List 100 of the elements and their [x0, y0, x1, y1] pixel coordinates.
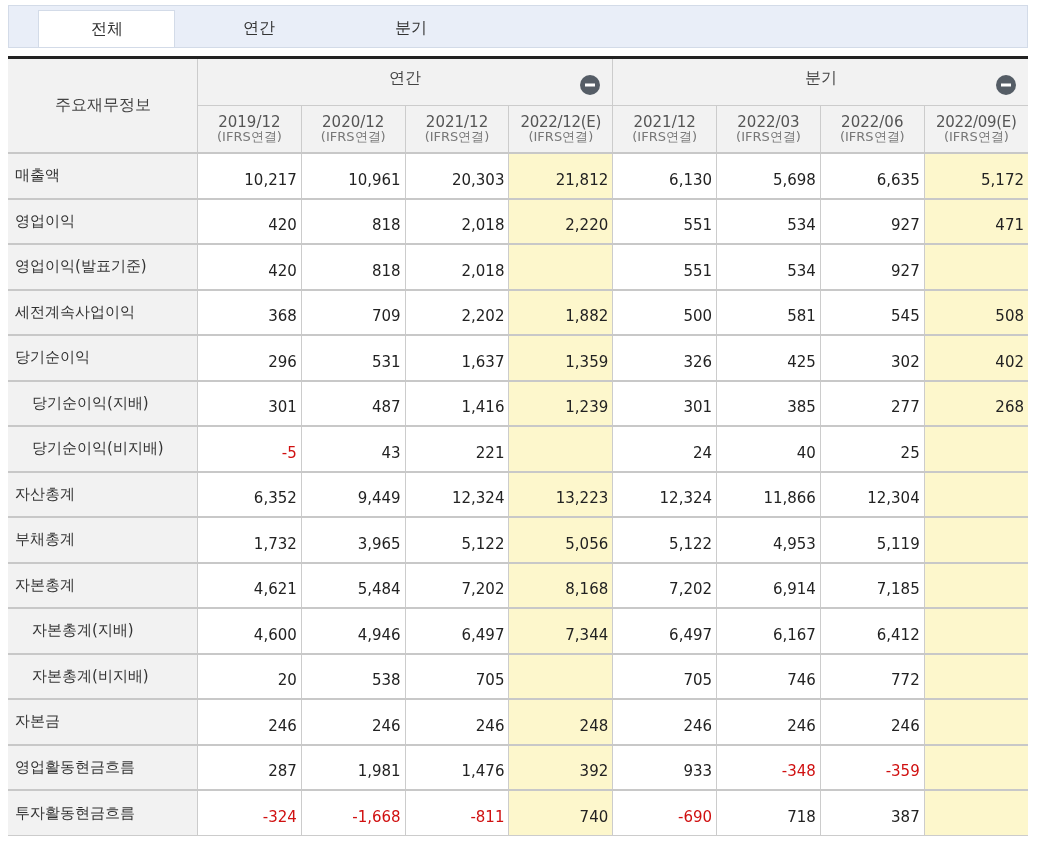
collapse-icon[interactable] — [580, 75, 601, 95]
column-header: 2019/12 (IFRS연결) — [197, 105, 302, 153]
table-cell: 301 — [197, 380, 302, 426]
table-cell: 508 — [924, 289, 1028, 335]
table-cell: 4,946 — [301, 608, 406, 654]
table-cell: 818 — [301, 244, 406, 290]
table-cell: 718 — [716, 790, 821, 836]
table-cell: 5,698 — [716, 153, 821, 199]
table-cell: 471 — [924, 198, 1028, 244]
table-cell: 818 — [301, 198, 406, 244]
table-cell: 368 — [197, 289, 302, 335]
table-cell: 246 — [612, 699, 717, 745]
table-cell: 4,953 — [716, 517, 821, 563]
table-cell: 2,220 — [508, 198, 613, 244]
table-cell: 6,167 — [716, 608, 821, 654]
table-cell: 24 — [612, 426, 717, 472]
table-cell: 581 — [716, 289, 821, 335]
table-cell: 531 — [301, 335, 406, 381]
tab[interactable]: 연간 — [190, 10, 327, 47]
table-cell: 7,202 — [612, 562, 717, 608]
table-cell: 6,914 — [716, 562, 821, 608]
group-title: 분기 — [804, 67, 837, 87]
table-cell: 1,239 — [508, 380, 613, 426]
table-cell: 246 — [197, 699, 302, 745]
table-cell: 7,344 — [508, 608, 613, 654]
table-cell: 13,223 — [508, 471, 613, 517]
row-label: 부채총계 — [8, 517, 198, 563]
table-cell: 5,122 — [612, 517, 717, 563]
table-cell: 534 — [716, 244, 821, 290]
table-cell: 933 — [612, 744, 717, 790]
table-cell: 246 — [716, 699, 821, 745]
table-cell: 43 — [301, 426, 406, 472]
table-cell: -690 — [612, 790, 717, 836]
table-cell: 1,882 — [508, 289, 613, 335]
row-label: 투자활동현금흐름 — [8, 790, 198, 836]
table-cell: 268 — [924, 380, 1028, 426]
table-cell: 246 — [301, 699, 406, 745]
row-label: 영업활동현금흐름 — [8, 744, 198, 790]
column-header: 2022/06 (IFRS연결) — [820, 105, 925, 153]
table-cell: 3,965 — [301, 517, 406, 563]
tab[interactable]: 분기 — [342, 10, 479, 47]
table-cell: 326 — [612, 335, 717, 381]
table-cell: 709 — [301, 289, 406, 335]
table-cell: 40 — [716, 426, 821, 472]
table-cell: -5 — [197, 426, 302, 472]
column-header: 2022/09(E) (IFRS연결) — [924, 105, 1028, 153]
group-title: 연간 — [389, 67, 422, 87]
table-cell: 5,484 — [301, 562, 406, 608]
table-cell: -1,668 — [301, 790, 406, 836]
tab[interactable]: 전체 — [38, 10, 175, 47]
table-cell: 6,352 — [197, 471, 302, 517]
table-cell: 1,732 — [197, 517, 302, 563]
row-label: 자본총계(비지배) — [8, 653, 198, 699]
table-cell: 1,359 — [508, 335, 613, 381]
table-cell: 8,168 — [508, 562, 613, 608]
table-cell: 534 — [716, 198, 821, 244]
table-cell: 4,621 — [197, 562, 302, 608]
table-cell: 5,172 — [924, 153, 1028, 199]
table-cell: 740 — [508, 790, 613, 836]
table-cell: 746 — [716, 653, 821, 699]
table-cell: 6,130 — [612, 153, 717, 199]
column-header: 2021/12 (IFRS연결) — [405, 105, 509, 153]
table-cell: 248 — [508, 699, 613, 745]
column-header: 2020/12 (IFRS연결) — [301, 105, 406, 153]
row-label: 자본금 — [8, 699, 198, 745]
table-cell: 538 — [301, 653, 406, 699]
table-cell: 20 — [197, 653, 302, 699]
table-cell: 1,981 — [301, 744, 406, 790]
table-cell: -324 — [197, 790, 302, 836]
row-label: 영업이익 — [8, 198, 198, 244]
row-label: 세전계속사업이익 — [8, 289, 198, 335]
table-cell: 551 — [612, 198, 717, 244]
table-cell: 296 — [197, 335, 302, 381]
header-cell: 주요재무정보 — [8, 57, 198, 153]
table-cell: 4,600 — [197, 608, 302, 654]
table-cell: -348 — [716, 744, 821, 790]
row-label: 당기순이익(비지배) — [8, 426, 198, 472]
table-cell: 705 — [612, 653, 717, 699]
table-cell: 10,217 — [197, 153, 302, 199]
table-cell: 287 — [197, 744, 302, 790]
table-cell: 551 — [612, 244, 717, 290]
table-cell: 487 — [301, 380, 406, 426]
table-cell: 420 — [197, 198, 302, 244]
row-label: 영업이익(발표기준) — [8, 244, 198, 290]
row-label: 당기순이익 — [8, 335, 198, 381]
column-header: 2022/03 (IFRS연결) — [716, 105, 821, 153]
table-cell: 21,812 — [508, 153, 613, 199]
table-cell: 425 — [716, 335, 821, 381]
row-label: 자산총계 — [8, 471, 198, 517]
row-label: 자본총계(지배) — [8, 608, 198, 654]
table-cell: 420 — [197, 244, 302, 290]
table-cell: 9,449 — [301, 471, 406, 517]
collapse-icon[interactable] — [996, 75, 1016, 95]
table-cell: 6,497 — [612, 608, 717, 654]
row-label: 매출액 — [8, 153, 198, 199]
table-cell: 11,866 — [716, 471, 821, 517]
column-header: 2022/12(E) (IFRS연결) — [508, 105, 613, 153]
row-label: 당기순이익(지배) — [8, 380, 198, 426]
table-cell: 385 — [716, 380, 821, 426]
table-cell: 5,056 — [508, 517, 613, 563]
